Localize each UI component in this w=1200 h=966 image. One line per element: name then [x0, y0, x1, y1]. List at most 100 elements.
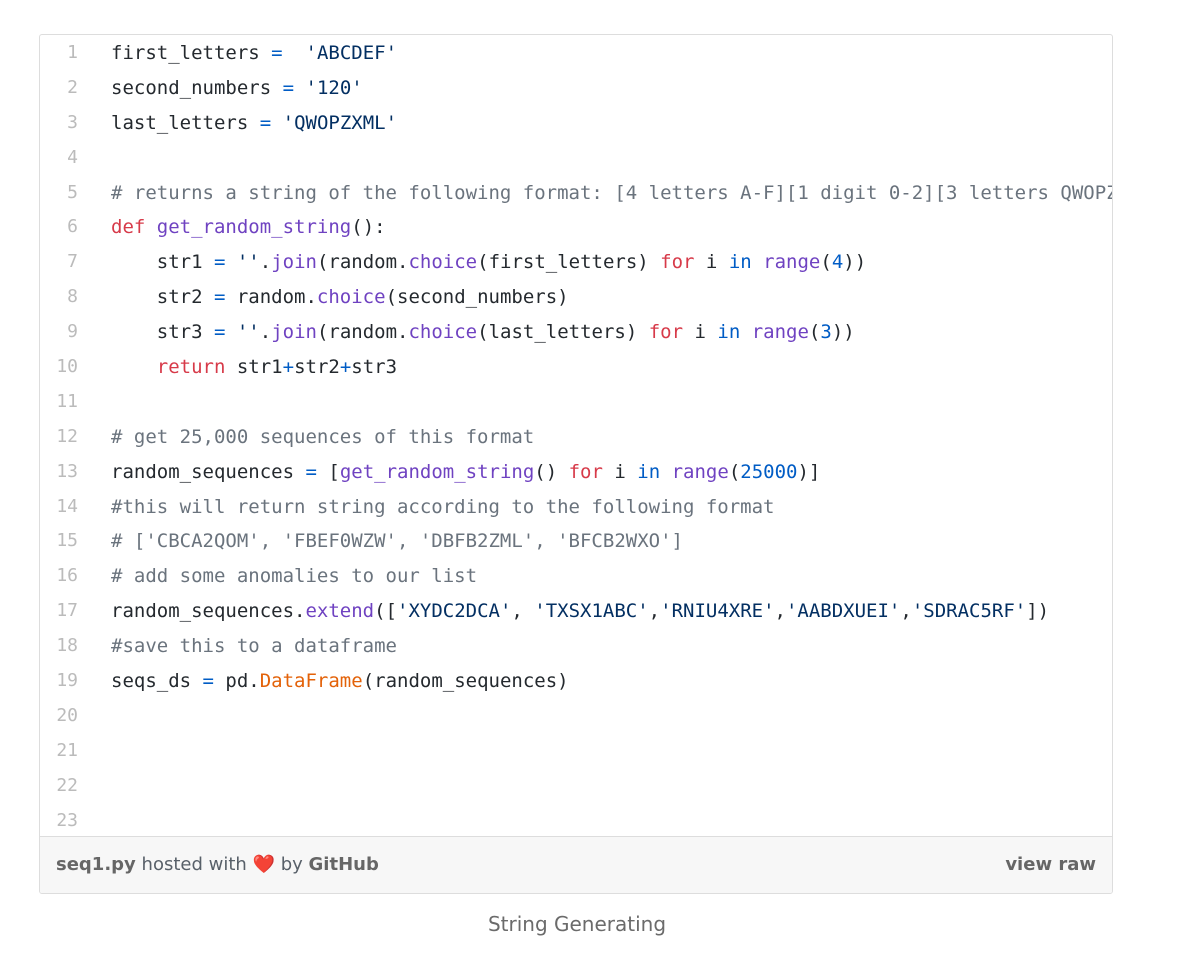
code-token: str1	[225, 356, 283, 379]
code-token: (	[808, 321, 821, 344]
code-line: 5 # returns a string of the following for…	[40, 176, 1112, 211]
code-token: ''	[236, 321, 260, 344]
code-line: 14 #this will return string according to …	[40, 490, 1112, 525]
code-token: in	[717, 321, 741, 344]
code-line: 11	[40, 385, 1112, 420]
code-token: .	[259, 251, 272, 274]
code-text: def get_random_string():	[111, 210, 386, 245]
figure-caption: String Generating	[487, 912, 667, 936]
code-token: (last_letters)	[477, 321, 649, 344]
code-text: #save this to a dataframe	[111, 629, 397, 664]
code-token: ))	[843, 251, 867, 274]
code-token: [	[316, 460, 340, 483]
by-text: by	[280, 854, 303, 875]
code-token: =	[271, 42, 283, 64]
line-number: 2	[67, 76, 78, 98]
code-token: 3	[820, 321, 832, 344]
line-number: 14	[56, 495, 78, 517]
line-number: 13	[56, 460, 78, 482]
code-line: 8 str2 = random.choice(second_numbers)	[40, 280, 1112, 315]
gist-filename-link[interactable]: seq1.py	[56, 854, 136, 875]
code-token: random_sequences	[111, 460, 306, 483]
code-token: ])	[1026, 600, 1050, 623]
code-token: #this will return string according to th…	[111, 495, 775, 518]
code-token: extend	[305, 600, 375, 623]
code-token: i	[602, 460, 638, 483]
code-token: # ['CBCA2QOM', 'FBEF0WZW', 'DBFB2ZML', '…	[111, 530, 683, 553]
code-text: second_numbers = '120'	[111, 71, 363, 106]
code-token: 'RNIU4XRE'	[660, 600, 775, 623]
code-line: 15 # ['CBCA2QOM', 'FBEF0WZW', 'DBFB2ZML',…	[40, 524, 1112, 559]
code-text: random_sequences = [get_random_string() …	[111, 455, 820, 490]
gist-footer: seq1.py hosted with ❤️ by GitHub view ra…	[40, 836, 1112, 893]
code-token: join	[271, 321, 317, 344]
code-text: last_letters = 'QWOPZXML'	[111, 106, 397, 141]
code-token: str1	[111, 251, 214, 274]
code-text: str1 = ''.join(random.choice(first_lette…	[111, 245, 866, 280]
code-token: 4	[831, 251, 844, 274]
code-token: last_letters	[111, 111, 260, 134]
code-token: second_numbers	[111, 76, 283, 99]
line-number: 21	[56, 739, 78, 761]
code-line: 22	[40, 769, 1112, 804]
code-token: +	[339, 356, 352, 379]
view-raw-container: view raw	[1005, 837, 1096, 893]
view-raw-link[interactable]: view raw	[1005, 854, 1096, 875]
github-link[interactable]: GitHub	[309, 854, 379, 875]
code-text: #this will return string according to th…	[111, 490, 774, 525]
code-text: # returns a string of the following form…	[111, 176, 1112, 211]
code-token: (first_letters)	[477, 251, 661, 274]
line-number: 5	[67, 181, 78, 203]
line-number: 10	[56, 356, 78, 378]
code-token: random.	[225, 286, 317, 309]
code-line: 10 return str1+str2+str3	[40, 350, 1112, 385]
code-token: str3	[351, 356, 398, 379]
code-text: random_sequences.extend(['XYDC2DCA', 'TX…	[111, 594, 1049, 629]
code-token: range	[671, 460, 729, 483]
code-token: =	[259, 111, 272, 134]
code-token: i	[694, 251, 729, 274]
code-token: (	[728, 460, 741, 483]
code-token: 'QWOPZXML'	[282, 111, 398, 134]
code-token: # get 25,000 sequences of this format	[111, 425, 535, 448]
gist-embed: 1 first_letters = 'ABCDEF' 2 second_numbers…	[39, 34, 1113, 894]
code-token: ([	[374, 600, 397, 623]
line-number: 23	[56, 809, 78, 831]
code-token: for	[648, 321, 684, 344]
code-token: (second_numbers)	[385, 286, 569, 309]
code-token: =	[305, 460, 317, 483]
code-token: str2	[294, 356, 340, 379]
code-token: )]	[797, 460, 821, 483]
code-line: 3 last_letters = 'QWOPZXML'	[40, 106, 1112, 141]
code-text: str3 = ''.join(random.choice(last_letter…	[111, 315, 855, 350]
code-token: =	[213, 286, 226, 309]
code-token: get_random_string	[156, 216, 352, 239]
code-line: 20	[40, 699, 1112, 734]
code-line: 7 str1 = ''.join(random.choice(first_let…	[40, 245, 1112, 280]
code-token: pd.	[213, 670, 260, 693]
code-token: get_random_string	[339, 460, 535, 483]
code-token: # add some anomalies to our list	[111, 565, 478, 588]
code-text: seqs_ds = pd.DataFrame(random_sequences)	[111, 664, 569, 699]
line-number: 20	[56, 704, 78, 726]
line-number: 16	[56, 565, 78, 587]
code-token: join	[271, 251, 317, 274]
line-number: 17	[56, 600, 78, 622]
code-token: (random.	[316, 321, 409, 344]
code-line: 4	[40, 141, 1112, 176]
code-line: 17 random_sequences.extend(['XYDC2DCA', '…	[40, 594, 1112, 629]
line-number: 18	[56, 635, 78, 657]
code-token: =	[202, 670, 214, 693]
line-number: 6	[67, 216, 78, 238]
code-token: 'XYDC2DCA'	[397, 600, 512, 623]
code-token: DataFrame	[259, 670, 363, 693]
code-token: for	[660, 251, 695, 274]
code-line: 6 def get_random_string():	[40, 210, 1112, 245]
line-number: 11	[56, 390, 78, 412]
